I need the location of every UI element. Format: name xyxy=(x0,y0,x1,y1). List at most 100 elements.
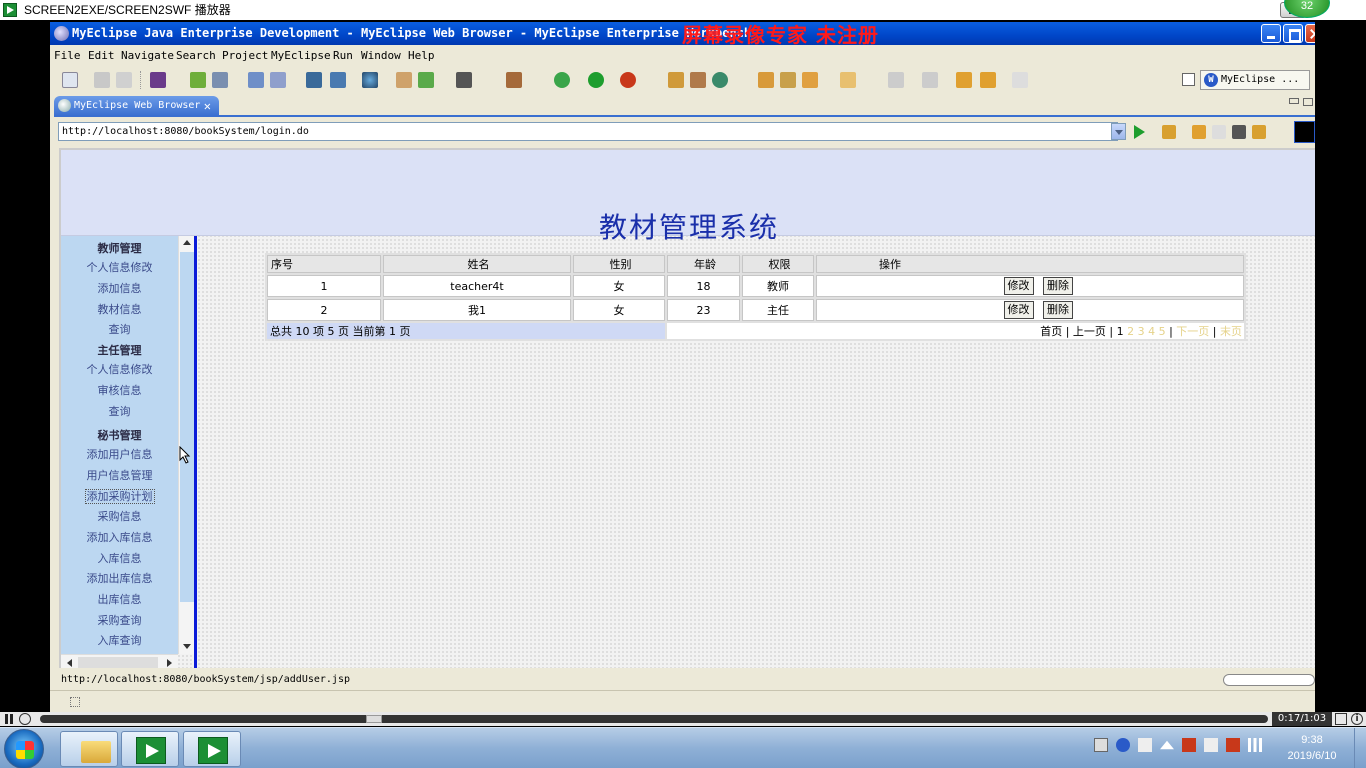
edit-button[interactable]: 修改 xyxy=(1003,277,1034,295)
perspective-switcher[interactable]: W MyEclipse ... xyxy=(1200,70,1310,90)
find-icon[interactable] xyxy=(270,72,286,88)
maximize-button[interactable] xyxy=(1283,24,1303,43)
help-icon[interactable] xyxy=(1116,738,1130,752)
open-type-icon[interactable] xyxy=(758,72,774,88)
refresh-icon[interactable] xyxy=(418,72,434,88)
package-icon[interactable] xyxy=(150,72,166,88)
sidebar-item-user-manage[interactable]: 用户信息管理 xyxy=(61,467,178,483)
sidebar-item-add-info[interactable]: 添加信息 xyxy=(61,280,178,296)
open-perspective-icon[interactable] xyxy=(1182,73,1195,86)
menu-help[interactable]: Help xyxy=(408,45,435,67)
menu-edit[interactable]: Edit xyxy=(88,45,115,67)
pager-page-links[interactable]: 2 3 4 5 xyxy=(1124,325,1166,338)
pager-next-link[interactable]: 下一页 xyxy=(1176,325,1209,338)
browser-tools-icon[interactable] xyxy=(1162,125,1176,139)
back-icon[interactable] xyxy=(980,72,996,88)
url-input[interactable]: http://localhost:8080/bookSystem/login.d… xyxy=(58,122,1118,141)
sidebar-item-review-info[interactable]: 审核信息 xyxy=(61,382,178,398)
seek-knob[interactable] xyxy=(366,715,382,723)
new-class-icon[interactable] xyxy=(668,72,684,88)
external-tools-icon[interactable] xyxy=(620,72,636,88)
pager-last-link[interactable]: 末页 xyxy=(1220,325,1242,338)
hscroll-thumb[interactable] xyxy=(78,657,158,668)
delete-button[interactable]: 删除 xyxy=(1043,301,1073,319)
sidebar-item-add-stockout[interactable]: 添加出库信息 xyxy=(61,570,178,586)
open-resource-icon[interactable] xyxy=(802,72,818,88)
browser-stop-icon[interactable] xyxy=(1232,125,1246,139)
menu-run[interactable]: Run xyxy=(333,45,353,67)
sidebar-item-director-personal-info-edit[interactable]: 个人信息修改 xyxy=(61,361,178,377)
deploy-icon[interactable] xyxy=(212,72,228,88)
tab-close-icon[interactable]: ✕ xyxy=(204,96,211,116)
debug-icon[interactable] xyxy=(554,72,570,88)
signal-icon[interactable] xyxy=(1248,738,1262,752)
pager-first-link[interactable]: 首页 xyxy=(1040,325,1062,338)
delete-button[interactable]: 删除 xyxy=(1043,277,1073,295)
print-icon[interactable] xyxy=(116,72,132,88)
taskbar-player-1[interactable] xyxy=(121,731,179,767)
sidebar-item-textbook-info[interactable]: 教材信息 xyxy=(61,301,178,317)
browser-refresh-icon[interactable] xyxy=(1252,125,1266,139)
fit-screen-icon[interactable] xyxy=(1335,713,1347,725)
sidebar-vertical-scrollbar[interactable] xyxy=(178,236,194,654)
last-edit-icon[interactable] xyxy=(956,72,972,88)
wizard-icon[interactable] xyxy=(506,72,522,88)
new-package-icon[interactable] xyxy=(690,72,706,88)
minimize-button[interactable] xyxy=(1261,24,1281,43)
menu-myeclipse[interactable]: MyEclipse xyxy=(271,45,331,67)
sidebar-item-director-query[interactable]: 查询 xyxy=(61,403,178,419)
volume-icon[interactable] xyxy=(1204,738,1218,752)
fast-view-icon[interactable] xyxy=(70,697,80,707)
system-clock[interactable]: 9:38 2019/6/10 xyxy=(1276,732,1348,764)
menu-window[interactable]: Window xyxy=(361,45,401,67)
edit-button[interactable]: 修改 xyxy=(1003,301,1034,319)
start-button[interactable] xyxy=(4,729,44,768)
menu-project[interactable]: Project xyxy=(222,45,268,67)
globe-icon[interactable] xyxy=(362,72,378,88)
sidebar-item-add-purchase-plan[interactable]: 添加采购计划 xyxy=(61,488,178,504)
go-icon[interactable] xyxy=(1134,125,1145,139)
search-icon[interactable] xyxy=(248,72,264,88)
open-task-icon[interactable] xyxy=(780,72,796,88)
bug-icon[interactable] xyxy=(190,72,206,88)
show-desktop-button[interactable] xyxy=(1354,728,1366,768)
forward-icon[interactable] xyxy=(1012,72,1028,88)
sidebar-item-purchase-info[interactable]: 采购信息 xyxy=(61,508,178,524)
sidebar-item-purchase-query[interactable]: 采购查询 xyxy=(61,612,178,628)
next-annotation-icon[interactable] xyxy=(888,72,904,88)
server-icon[interactable] xyxy=(306,72,322,88)
prev-annotation-icon[interactable] xyxy=(922,72,938,88)
sidebar-item-stockout-info[interactable]: 出库信息 xyxy=(61,591,178,607)
network-warning-icon[interactable] xyxy=(1226,738,1240,752)
menu-navigate[interactable]: Navigate xyxy=(121,45,174,67)
scroll-up-icon[interactable] xyxy=(180,236,194,250)
new-icon[interactable] xyxy=(62,72,78,88)
folder-icon[interactable] xyxy=(840,72,856,88)
stop-icon[interactable] xyxy=(19,713,31,725)
sidebar-horizontal-scrollbar[interactable] xyxy=(61,654,178,668)
taskbar-explorer[interactable] xyxy=(60,731,118,767)
show-hidden-icon[interactable] xyxy=(1160,740,1174,750)
menu-file[interactable]: File xyxy=(54,45,81,67)
save-icon[interactable] xyxy=(94,72,110,88)
pause-icon[interactable] xyxy=(3,713,15,725)
seek-track[interactable] xyxy=(40,715,1268,723)
sidebar-item-stockin-info[interactable]: 入库信息 xyxy=(61,550,178,566)
sidebar-item-add-user[interactable]: 添加用户信息 xyxy=(61,446,178,462)
ime-icon[interactable] xyxy=(1138,738,1152,752)
info-icon[interactable]: i xyxy=(1351,713,1363,725)
open-folder-icon[interactable] xyxy=(396,72,412,88)
screen-icon[interactable] xyxy=(456,72,472,88)
scroll-thumb[interactable] xyxy=(180,252,194,602)
new-type-icon[interactable] xyxy=(712,72,728,88)
close-button[interactable] xyxy=(1305,24,1315,43)
sidebar-item-stockin-query[interactable]: 入库查询 xyxy=(61,632,178,648)
browser-extra-icon[interactable] xyxy=(1294,121,1315,143)
taskbar-player-2[interactable] xyxy=(183,731,241,767)
view-maximize-icon[interactable] xyxy=(1303,98,1313,106)
security-icon[interactable] xyxy=(1182,738,1196,752)
server-manage-icon[interactable] xyxy=(330,72,346,88)
scroll-down-icon[interactable] xyxy=(180,640,194,654)
view-minimize-icon[interactable] xyxy=(1289,98,1299,104)
url-dropdown-icon[interactable] xyxy=(1111,123,1126,140)
